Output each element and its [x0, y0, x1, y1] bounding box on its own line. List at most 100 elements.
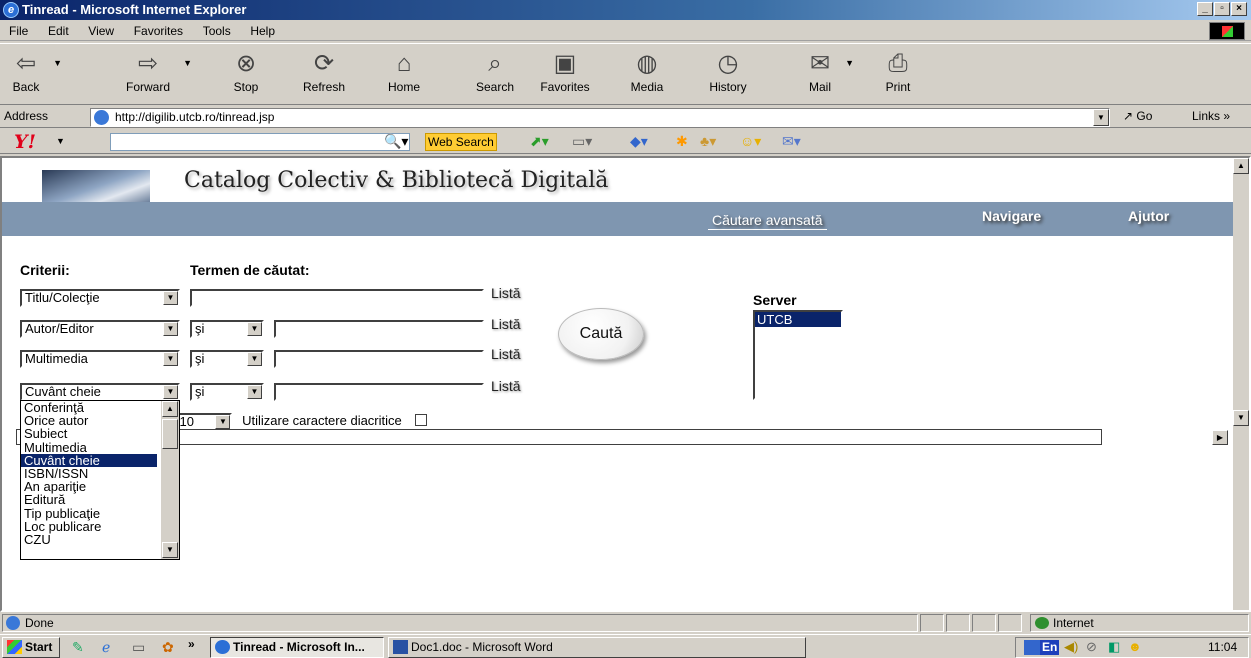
yahoo-search-input[interactable] — [110, 133, 410, 151]
tray-network-icon[interactable] — [1024, 640, 1040, 655]
mail-icon-yahoo[interactable]: ◆▾ — [630, 133, 648, 150]
menu-help[interactable]: Help — [241, 21, 282, 39]
home-button[interactable]: ⌂ Home — [380, 48, 428, 94]
volume-icon[interactable]: ◀) — [1064, 639, 1078, 655]
news-icon[interactable]: ✱ — [676, 133, 688, 150]
yahoo-menu-dropdown-icon[interactable]: ▼ — [56, 136, 65, 146]
go-button[interactable]: ↗ Go — [1123, 109, 1152, 123]
criteria-select-1[interactable]: Titlu/Colecţie ▼ — [20, 289, 180, 307]
search-toolbar-button[interactable]: ⌕ Search — [466, 48, 524, 94]
dropdown-option[interactable]: Editură — [21, 493, 157, 506]
menu-view[interactable]: View — [79, 21, 121, 39]
back-button[interactable]: ⇦ Back ▼ — [4, 48, 62, 94]
minimize-button[interactable]: _ — [1197, 2, 1213, 16]
stop-button[interactable]: ⊗ Stop — [226, 48, 266, 94]
dropdown-option[interactable]: Multimedia — [21, 440, 157, 453]
tray-sync-icon[interactable]: ◧ — [1108, 639, 1120, 655]
standard-toolbar: ⇦ Back ▼ ⇨ Forward ▼ ⊗ Stop ⟳ Refresh ⌂ … — [0, 43, 1251, 105]
menu-edit[interactable]: Edit — [39, 21, 76, 39]
dropdown-option[interactable]: Subiect — [21, 427, 157, 440]
maximize-button[interactable]: ▫ — [1214, 2, 1230, 16]
scroll-down-icon[interactable]: ▼ — [162, 542, 178, 558]
scroll-up-icon[interactable]: ▲ — [162, 401, 178, 417]
windows-flag-icon — [1209, 22, 1245, 40]
dropdown-option[interactable]: CZU — [21, 533, 157, 546]
scroll-right-icon[interactable]: ▶ — [1212, 430, 1228, 445]
print-button[interactable]: ⎙ Print — [878, 48, 918, 94]
menu-favorites[interactable]: Favorites — [125, 21, 190, 39]
dropdown-scrollbar[interactable]: ▲ ▼ — [161, 401, 179, 559]
criteria-select-3[interactable]: Multimedia ▼ — [20, 350, 180, 368]
operator-select-3[interactable]: şi ▼ — [190, 350, 264, 368]
mail-dropdown-icon[interactable]: ▼ — [845, 58, 854, 68]
term-input-1[interactable] — [190, 289, 484, 307]
magnifier-dropdown-icon[interactable]: 🔍▾ — [384, 133, 408, 150]
back-dropdown-icon[interactable]: ▼ — [53, 58, 62, 68]
messenger-tray-icon[interactable]: ☻ — [1128, 639, 1142, 654]
quicklaunch-more-icon[interactable]: » — [188, 637, 195, 651]
dropdown-scroll-thumb[interactable] — [162, 419, 178, 449]
task-ie-window[interactable]: Tinread - Microsoft In... — [210, 637, 384, 658]
quicklaunch-desktop-icon[interactable]: ▭ — [132, 639, 145, 656]
links-button[interactable]: Links » — [1192, 109, 1230, 123]
server-listbox[interactable]: UTCB — [753, 310, 843, 400]
criteria-dropdown-list[interactable]: Conferinţă Orice autor Subiect Multimedi… — [20, 400, 180, 560]
page-scrollbar[interactable]: ▲ ▼ — [1233, 158, 1249, 610]
mail-icon: ✉ — [809, 50, 831, 77]
operator-select-2[interactable]: şi ▼ — [190, 320, 264, 338]
envelope-icon[interactable]: ✉▾ — [782, 133, 801, 150]
nav-browse[interactable]: Navigare — [982, 208, 1041, 224]
nav-advanced-search[interactable]: Căutare avansată — [708, 212, 827, 230]
yahoo-logo[interactable]: Y! — [14, 131, 36, 153]
operator-select-4[interactable]: şi ▼ — [190, 383, 264, 401]
criteria-select-4[interactable]: Cuvânt cheie ▼ — [20, 383, 180, 401]
task-word-window[interactable]: Doc1.doc - Microsoft Word — [388, 637, 806, 658]
clock[interactable]: 11:04 — [1208, 640, 1237, 654]
back-arrow-icon: ⇦ — [15, 50, 37, 77]
games-icon[interactable]: ♣▾ — [700, 133, 716, 150]
quicklaunch-ie-icon[interactable]: ℯ — [102, 639, 110, 656]
list-link-1[interactable]: Listă — [491, 285, 521, 301]
address-input[interactable]: http://digilib.utcb.ro/tinread.jsp ▼ — [90, 108, 1110, 127]
search-button[interactable]: Caută — [558, 308, 644, 360]
messenger-icon[interactable]: ☺▾ — [740, 133, 761, 150]
diacritics-checkbox[interactable] — [415, 414, 428, 427]
criteria-value-1: Titlu/Colecţie — [25, 290, 100, 305]
scroll-up-icon[interactable]: ▲ — [1233, 158, 1249, 174]
refresh-label: Refresh — [302, 80, 346, 94]
web-search-button[interactable]: Web Search — [425, 133, 497, 151]
quicklaunch-messenger-icon[interactable]: ✿ — [162, 639, 174, 656]
menu-tools[interactable]: Tools — [194, 21, 238, 39]
popup-blocker-icon[interactable]: ▭▾ — [572, 133, 592, 150]
printer-icon: ⎙ — [888, 50, 908, 77]
server-option-utcb[interactable]: UTCB — [755, 312, 841, 327]
forward-dropdown-icon[interactable]: ▼ — [183, 58, 192, 68]
term-input-4[interactable] — [274, 383, 484, 401]
list-link-4[interactable]: Listă — [491, 378, 521, 394]
tray-app-icon[interactable]: ⊘ — [1086, 639, 1097, 655]
mail-button[interactable]: ✉ Mail ▼ — [800, 48, 854, 94]
language-indicator[interactable]: En — [1040, 640, 1060, 655]
bookmark-icon[interactable]: ⬈▾ — [530, 133, 549, 150]
favorites-button[interactable]: ▣ Favorites — [530, 48, 600, 94]
window-title-bar[interactable]: e Tinread - Microsoft Internet Explorer … — [0, 0, 1251, 20]
menu-file[interactable]: File — [0, 21, 35, 39]
history-button[interactable]: ◷ History — [700, 48, 756, 94]
criteria-select-2[interactable]: Autor/Editor ▼ — [20, 320, 180, 338]
dropdown-option[interactable]: Tip publicaţie — [21, 506, 157, 519]
media-label: Media — [630, 80, 664, 94]
scroll-down-icon[interactable]: ▼ — [1233, 410, 1249, 426]
media-button[interactable]: ◍ Media — [618, 48, 676, 94]
term-input-3[interactable] — [274, 350, 484, 368]
close-button[interactable]: × — [1231, 2, 1247, 16]
list-link-2[interactable]: Listă — [491, 316, 521, 332]
term-input-2[interactable] — [274, 320, 484, 338]
address-dropdown-icon[interactable]: ▼ — [1093, 109, 1109, 126]
forward-button[interactable]: ⇨ Forward ▼ — [118, 48, 192, 94]
criteria-header: Criterii: — [20, 262, 70, 278]
start-button[interactable]: Start — [2, 637, 60, 658]
refresh-button[interactable]: ⟳ Refresh — [296, 48, 352, 94]
nav-help[interactable]: Ajutor — [1128, 208, 1169, 224]
list-link-3[interactable]: Listă — [491, 346, 521, 362]
quicklaunch-edit-icon[interactable]: ✎ — [72, 639, 84, 656]
